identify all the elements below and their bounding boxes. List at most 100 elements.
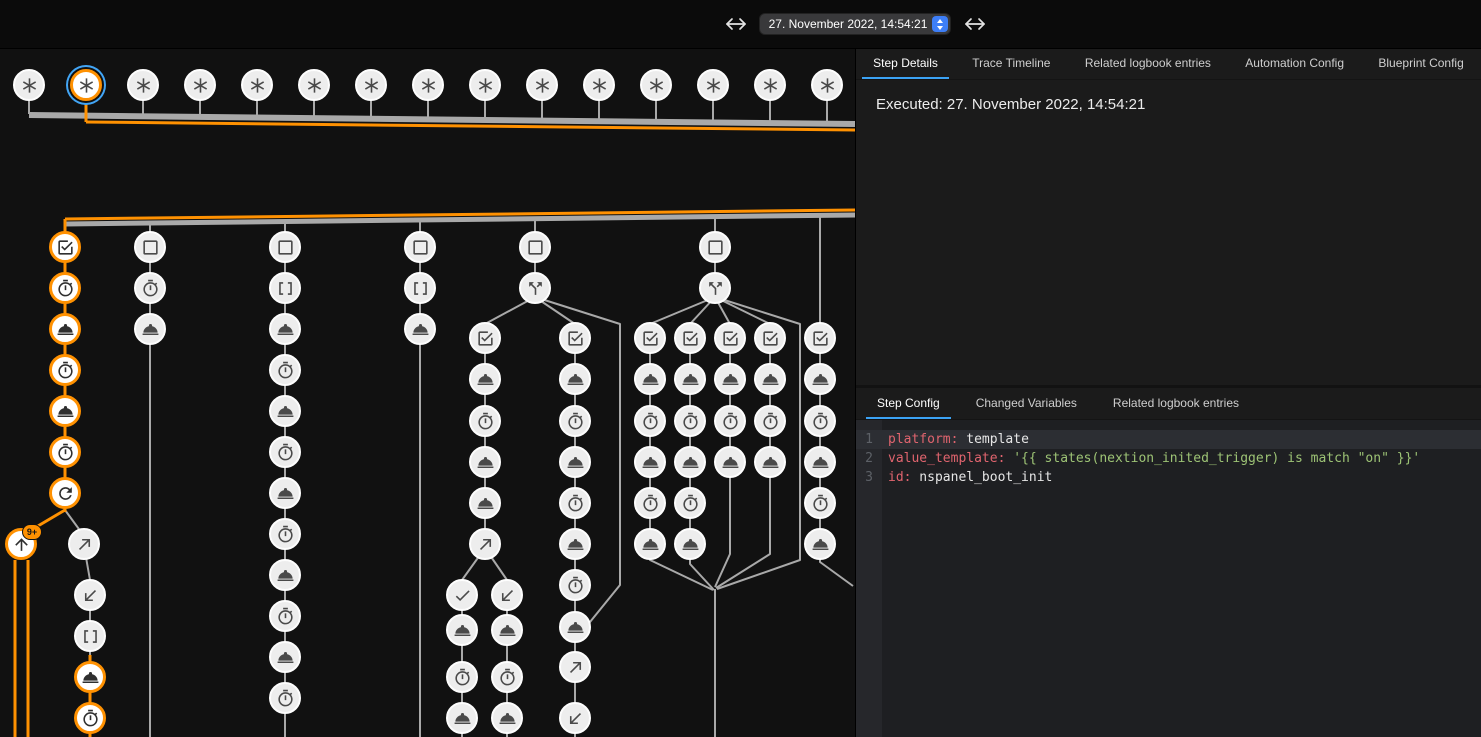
graph-node-checkbox-blank[interactable] (404, 231, 436, 263)
graph-node-service-bell[interactable] (404, 313, 436, 345)
graph-node-asterisk[interactable] (697, 69, 729, 101)
graph-node-timer[interactable] (491, 661, 523, 693)
tab-step-config[interactable]: Step Config (866, 388, 951, 419)
graph-node-asterisk[interactable] (184, 69, 216, 101)
graph-node-service-bell[interactable] (634, 363, 666, 395)
graph-node-refresh[interactable] (49, 477, 81, 509)
graph-node-service-bell[interactable] (469, 487, 501, 519)
graph-node-service-bell[interactable] (804, 528, 836, 560)
graph-node-service-bell[interactable] (49, 395, 81, 427)
graph-node-arrow-bottom-left[interactable] (559, 702, 591, 734)
graph-node-service-bell[interactable] (74, 661, 106, 693)
graph-node-timer[interactable] (674, 487, 706, 519)
graph-node-split[interactable] (699, 272, 731, 304)
tab-related-logbook-entries[interactable]: Related logbook entries (1074, 48, 1222, 79)
code-line-2[interactable]: 2value_template: '{{ states(nextion_init… (856, 449, 1481, 468)
graph-node-timer[interactable] (49, 272, 81, 304)
next-run-icon[interactable] (963, 16, 987, 32)
graph-node-service-bell[interactable] (559, 528, 591, 560)
graph-node-checkbox-marked[interactable] (804, 322, 836, 354)
graph-node-service-bell[interactable] (269, 559, 301, 591)
graph-node-code-brackets[interactable] (404, 272, 436, 304)
graph-node-timer[interactable] (559, 487, 591, 519)
graph-node-asterisk[interactable] (811, 69, 843, 101)
graph-node-arrow-top-right[interactable] (469, 528, 501, 560)
graph-node-service-bell[interactable] (269, 641, 301, 673)
graph-node-service-bell[interactable] (491, 702, 523, 734)
graph-node-arrow-top-right[interactable] (559, 651, 591, 683)
graph-node-service-bell[interactable] (754, 363, 786, 395)
graph-node-service-bell[interactable] (634, 528, 666, 560)
graph-node-service-bell[interactable] (559, 611, 591, 643)
graph-node-timer[interactable] (269, 436, 301, 468)
graph-node-service-bell[interactable] (804, 446, 836, 478)
graph-node-timer[interactable] (49, 436, 81, 468)
graph-node-timer[interactable] (804, 405, 836, 437)
tab-trace-timeline[interactable]: Trace Timeline (961, 48, 1061, 79)
graph-node-timer[interactable] (674, 405, 706, 437)
graph-node-timer[interactable] (469, 405, 501, 437)
graph-node-timer[interactable] (714, 405, 746, 437)
tab-changed-variables[interactable]: Changed Variables (965, 388, 1088, 419)
graph-node-service-bell[interactable] (754, 446, 786, 478)
graph-node-asterisk[interactable] (412, 69, 444, 101)
graph-node-service-bell[interactable] (714, 363, 746, 395)
graph-node-timer[interactable] (446, 661, 478, 693)
graph-node-timer[interactable] (559, 405, 591, 437)
graph-node-arrow-up[interactable]: 9+ (5, 528, 37, 560)
graph-node-timer[interactable] (74, 702, 106, 734)
graph-node-asterisk[interactable] (640, 69, 672, 101)
graph-node-checkbox-marked[interactable] (49, 231, 81, 263)
graph-node-timer[interactable] (634, 405, 666, 437)
yaml-editor[interactable]: 1platform: template2value_template: '{{ … (856, 420, 1481, 737)
graph-node-asterisk[interactable] (526, 69, 558, 101)
graph-node-checkbox-marked[interactable] (634, 322, 666, 354)
graph-node-asterisk[interactable] (754, 69, 786, 101)
graph-node-checkbox-marked[interactable] (674, 322, 706, 354)
graph-node-service-bell[interactable] (674, 528, 706, 560)
graph-node-asterisk[interactable] (127, 69, 159, 101)
graph-node-service-bell[interactable] (559, 363, 591, 395)
tab-automation-config[interactable]: Automation Config (1234, 48, 1355, 79)
graph-node-checkbox-marked[interactable] (754, 322, 786, 354)
graph-node-arrow-bottom-left[interactable] (74, 579, 106, 611)
graph-node-split[interactable] (519, 272, 551, 304)
graph-node-service-bell[interactable] (446, 614, 478, 646)
graph-node-service-bell[interactable] (469, 363, 501, 395)
graph-node-checkbox-blank[interactable] (269, 231, 301, 263)
code-line-3[interactable]: 3id: nspanel_boot_init (856, 468, 1481, 487)
code-line-1[interactable]: 1platform: template (856, 430, 1481, 449)
run-select[interactable]: 27. November 2022, 14:54:21 (759, 13, 951, 35)
graph-node-asterisk[interactable] (298, 69, 330, 101)
graph-node-service-bell[interactable] (469, 446, 501, 478)
graph-node-asterisk[interactable] (355, 69, 387, 101)
graph-node-checkbox-marked[interactable] (559, 322, 591, 354)
graph-node-service-bell[interactable] (559, 446, 591, 478)
graph-node-timer[interactable] (634, 487, 666, 519)
tab-blueprint-config[interactable]: Blueprint Config (1367, 48, 1474, 79)
graph-node-timer[interactable] (134, 272, 166, 304)
graph-node-code-brackets[interactable] (74, 620, 106, 652)
graph-node-service-bell[interactable] (491, 614, 523, 646)
graph-node-timer[interactable] (559, 569, 591, 601)
graph-node-service-bell[interactable] (634, 446, 666, 478)
graph-node-timer[interactable] (269, 682, 301, 714)
graph-node-service-bell[interactable] (134, 313, 166, 345)
graph-node-checkbox-marked[interactable] (469, 322, 501, 354)
graph-node-service-bell[interactable] (674, 446, 706, 478)
tab-step-details[interactable]: Step Details (862, 48, 949, 79)
graph-node-timer[interactable] (269, 518, 301, 550)
graph-node-checkbox-blank[interactable] (519, 231, 551, 263)
graph-node-service-bell[interactable] (674, 363, 706, 395)
graph-node-asterisk[interactable] (469, 69, 501, 101)
tab-related-logbook-entries[interactable]: Related logbook entries (1102, 388, 1250, 419)
graph-node-checkbox-blank[interactable] (699, 231, 731, 263)
graph-node-checkbox-blank[interactable] (134, 231, 166, 263)
previous-run-icon[interactable] (724, 16, 748, 32)
graph-node-asterisk[interactable] (13, 69, 45, 101)
graph-node-service-bell[interactable] (714, 446, 746, 478)
graph-node-asterisk[interactable] (241, 69, 273, 101)
graph-node-checkbox-marked[interactable] (714, 322, 746, 354)
graph-node-asterisk[interactable] (583, 69, 615, 101)
graph-node-service-bell[interactable] (269, 477, 301, 509)
